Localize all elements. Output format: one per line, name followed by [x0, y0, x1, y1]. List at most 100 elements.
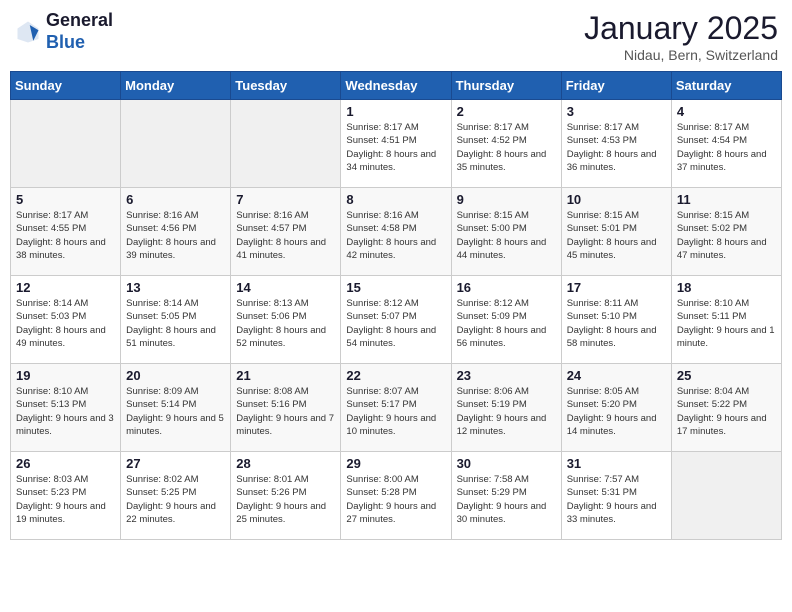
- day-info: Sunrise: 8:17 AM Sunset: 4:55 PM Dayligh…: [16, 209, 115, 262]
- day-number: 25: [677, 368, 776, 383]
- day-of-week-header: Tuesday: [231, 72, 341, 100]
- page-header: General Blue January 2025 Nidau, Bern, S…: [10, 10, 782, 63]
- day-info: Sunrise: 8:03 AM Sunset: 5:23 PM Dayligh…: [16, 473, 115, 526]
- title-block: January 2025 Nidau, Bern, Switzerland: [584, 10, 778, 63]
- day-info: Sunrise: 8:14 AM Sunset: 5:05 PM Dayligh…: [126, 297, 225, 350]
- calendar-cell: 3 Sunrise: 8:17 AM Sunset: 4:53 PM Daylig…: [561, 100, 671, 188]
- calendar-week-row: 1Sunrise: 8:17 AM Sunset: 4:51 PM Daylig…: [11, 100, 782, 188]
- calendar-cell: 30 Sunrise: 7:58 AM Sunset: 5:29 PM Dayli…: [451, 452, 561, 540]
- day-number: 26: [16, 456, 115, 471]
- header-row: SundayMondayTuesdayWednesdayThursdayFrid…: [11, 72, 782, 100]
- location: Nidau, Bern, Switzerland: [584, 47, 778, 63]
- calendar-cell: 17Sunrise: 8:11 AM Sunset: 5:10 PM Dayli…: [561, 276, 671, 364]
- day-info: Sunrise: 8:12 AM Sunset: 5:07 PM Dayligh…: [346, 297, 445, 350]
- day-number: 17: [567, 280, 666, 295]
- day-number: 11: [677, 192, 776, 207]
- calendar-cell: 6Sunrise: 8:16 AM Sunset: 4:56 PM Daylig…: [121, 188, 231, 276]
- calendar-cell: 27 Sunrise: 8:02 AM Sunset: 5:25 PM Dayli…: [121, 452, 231, 540]
- day-number: 10: [567, 192, 666, 207]
- day-info: Sunrise: 8:12 AM Sunset: 5:09 PM Dayligh…: [457, 297, 556, 350]
- day-number: 24: [567, 368, 666, 383]
- day-info: Sunrise: 8:08 AM Sunset: 5:16 PM Dayligh…: [236, 385, 335, 438]
- day-number: 27: [126, 456, 225, 471]
- day-number: 9: [457, 192, 556, 207]
- calendar-cell: 28Sunrise: 8:01 AM Sunset: 5:26 PM Dayli…: [231, 452, 341, 540]
- calendar-cell: 19 Sunrise: 8:10 AM Sunset: 5:13 PM Dayli…: [11, 364, 121, 452]
- day-of-week-header: Thursday: [451, 72, 561, 100]
- day-number: 12: [16, 280, 115, 295]
- day-info: Sunrise: 8:02 AM Sunset: 5:25 PM Dayligh…: [126, 473, 225, 526]
- day-info: Sunrise: 8:00 AM Sunset: 5:28 PM Dayligh…: [346, 473, 445, 526]
- calendar-cell: 10Sunrise: 8:15 AM Sunset: 5:01 PM Dayli…: [561, 188, 671, 276]
- calendar-cell: 8Sunrise: 8:16 AM Sunset: 4:58 PM Daylig…: [341, 188, 451, 276]
- logo-general: General: [46, 10, 113, 32]
- day-number: 31: [567, 456, 666, 471]
- logo-icon: [14, 18, 42, 46]
- day-number: 1: [346, 104, 445, 119]
- day-info: Sunrise: 8:14 AM Sunset: 5:03 PM Dayligh…: [16, 297, 115, 350]
- day-number: 20: [126, 368, 225, 383]
- calendar-cell: 5Sunrise: 8:17 AM Sunset: 4:55 PM Daylig…: [11, 188, 121, 276]
- calendar-header: SundayMondayTuesdayWednesdayThursdayFrid…: [11, 72, 782, 100]
- day-number: 28: [236, 456, 335, 471]
- day-number: 18: [677, 280, 776, 295]
- day-number: 2: [457, 104, 556, 119]
- day-info: Sunrise: 7:57 AM Sunset: 5:31 PM Dayligh…: [567, 473, 666, 526]
- day-of-week-header: Friday: [561, 72, 671, 100]
- calendar-week-row: 26 Sunrise: 8:03 AM Sunset: 5:23 PM Dayli…: [11, 452, 782, 540]
- day-number: 22: [346, 368, 445, 383]
- calendar-cell: 13 Sunrise: 8:14 AM Sunset: 5:05 PM Dayli…: [121, 276, 231, 364]
- day-number: 3: [567, 104, 666, 119]
- calendar-cell: 2 Sunrise: 8:17 AM Sunset: 4:52 PM Daylig…: [451, 100, 561, 188]
- logo-blue: Blue: [46, 32, 113, 54]
- calendar-cell: 7 Sunrise: 8:16 AM Sunset: 4:57 PM Daylig…: [231, 188, 341, 276]
- day-info: Sunrise: 8:09 AM Sunset: 5:14 PM Dayligh…: [126, 385, 225, 438]
- day-of-week-header: Sunday: [11, 72, 121, 100]
- day-number: 16: [457, 280, 556, 295]
- calendar-cell: 31 Sunrise: 7:57 AM Sunset: 5:31 PM Dayli…: [561, 452, 671, 540]
- day-info: Sunrise: 8:17 AM Sunset: 4:52 PM Dayligh…: [457, 121, 556, 174]
- calendar-cell: [11, 100, 121, 188]
- day-info: Sunrise: 8:17 AM Sunset: 4:54 PM Dayligh…: [677, 121, 776, 174]
- calendar-cell: 15 Sunrise: 8:12 AM Sunset: 5:07 PM Dayli…: [341, 276, 451, 364]
- calendar-body: 1Sunrise: 8:17 AM Sunset: 4:51 PM Daylig…: [11, 100, 782, 540]
- calendar-cell: 21Sunrise: 8:08 AM Sunset: 5:16 PM Dayli…: [231, 364, 341, 452]
- day-info: Sunrise: 8:10 AM Sunset: 5:13 PM Dayligh…: [16, 385, 115, 438]
- day-number: 15: [346, 280, 445, 295]
- day-of-week-header: Saturday: [671, 72, 781, 100]
- calendar-cell: 9 Sunrise: 8:15 AM Sunset: 5:00 PM Daylig…: [451, 188, 561, 276]
- calendar-cell: 26 Sunrise: 8:03 AM Sunset: 5:23 PM Dayli…: [11, 452, 121, 540]
- day-number: 7: [236, 192, 335, 207]
- day-info: Sunrise: 8:15 AM Sunset: 5:02 PM Dayligh…: [677, 209, 776, 262]
- calendar-table: SundayMondayTuesdayWednesdayThursdayFrid…: [10, 71, 782, 540]
- day-number: 13: [126, 280, 225, 295]
- calendar-week-row: 5Sunrise: 8:17 AM Sunset: 4:55 PM Daylig…: [11, 188, 782, 276]
- month-year: January 2025: [584, 10, 778, 47]
- day-info: Sunrise: 8:16 AM Sunset: 4:56 PM Dayligh…: [126, 209, 225, 262]
- calendar-cell: 22Sunrise: 8:07 AM Sunset: 5:17 PM Dayli…: [341, 364, 451, 452]
- calendar-cell: 16 Sunrise: 8:12 AM Sunset: 5:09 PM Dayli…: [451, 276, 561, 364]
- day-info: Sunrise: 7:58 AM Sunset: 5:29 PM Dayligh…: [457, 473, 556, 526]
- day-number: 19: [16, 368, 115, 383]
- day-info: Sunrise: 8:04 AM Sunset: 5:22 PM Dayligh…: [677, 385, 776, 438]
- calendar-cell: 11 Sunrise: 8:15 AM Sunset: 5:02 PM Dayli…: [671, 188, 781, 276]
- day-info: Sunrise: 8:16 AM Sunset: 4:57 PM Dayligh…: [236, 209, 335, 262]
- calendar-cell: 1Sunrise: 8:17 AM Sunset: 4:51 PM Daylig…: [341, 100, 451, 188]
- calendar-cell: 29 Sunrise: 8:00 AM Sunset: 5:28 PM Dayli…: [341, 452, 451, 540]
- calendar-cell: 12 Sunrise: 8:14 AM Sunset: 5:03 PM Dayli…: [11, 276, 121, 364]
- day-number: 30: [457, 456, 556, 471]
- calendar-cell: 18 Sunrise: 8:10 AM Sunset: 5:11 PM Dayli…: [671, 276, 781, 364]
- calendar-cell: 23 Sunrise: 8:06 AM Sunset: 5:19 PM Dayli…: [451, 364, 561, 452]
- day-number: 14: [236, 280, 335, 295]
- calendar-cell: [121, 100, 231, 188]
- day-number: 29: [346, 456, 445, 471]
- day-info: Sunrise: 8:06 AM Sunset: 5:19 PM Dayligh…: [457, 385, 556, 438]
- logo: General Blue: [14, 10, 113, 53]
- day-info: Sunrise: 8:17 AM Sunset: 4:53 PM Dayligh…: [567, 121, 666, 174]
- day-number: 23: [457, 368, 556, 383]
- day-info: Sunrise: 8:13 AM Sunset: 5:06 PM Dayligh…: [236, 297, 335, 350]
- day-of-week-header: Wednesday: [341, 72, 451, 100]
- day-info: Sunrise: 8:10 AM Sunset: 5:11 PM Dayligh…: [677, 297, 776, 350]
- day-info: Sunrise: 8:15 AM Sunset: 5:00 PM Dayligh…: [457, 209, 556, 262]
- calendar-cell: 20 Sunrise: 8:09 AM Sunset: 5:14 PM Dayli…: [121, 364, 231, 452]
